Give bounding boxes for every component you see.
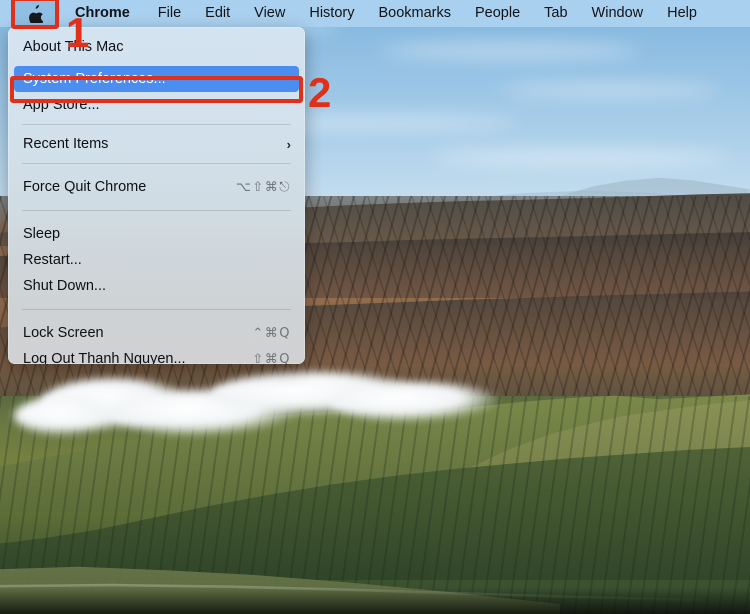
menu-item-shortcut: ⇧⌘Q bbox=[252, 352, 291, 365]
menu-item-label: Lock Screen bbox=[23, 325, 252, 341]
menubar-item-view[interactable]: View bbox=[242, 0, 297, 27]
menu-item-label: System Preferences... bbox=[23, 71, 285, 87]
menu-item-label: Sleep bbox=[23, 226, 291, 242]
annotation-step-2: 2 bbox=[308, 72, 331, 114]
macos-menu-bar: Chrome File Edit View History Bookmarks … bbox=[0, 0, 750, 27]
annotation-step-1: 1 bbox=[66, 12, 89, 54]
menu-item-log-out[interactable]: Log Out Thanh Nguyen... ⇧⌘Q bbox=[8, 346, 305, 364]
menu-separator bbox=[22, 309, 291, 310]
menu-item-label: App Store... bbox=[23, 97, 291, 113]
menubar-item-history[interactable]: History bbox=[297, 0, 366, 27]
menu-item-shut-down[interactable]: Shut Down... bbox=[8, 273, 305, 299]
menu-item-system-preferences[interactable]: System Preferences... bbox=[14, 66, 299, 92]
menu-item-label: Restart... bbox=[23, 252, 291, 268]
cloud-puff bbox=[330, 382, 500, 422]
apple-dropdown-menu: About This Mac System Preferences... App… bbox=[8, 27, 305, 364]
menu-item-lock-screen[interactable]: Lock Screen ⌃⌘Q bbox=[8, 320, 305, 346]
menubar-item-help[interactable]: Help bbox=[655, 0, 709, 27]
menu-item-about-this-mac[interactable]: About This Mac bbox=[8, 34, 305, 60]
cloud-wisp bbox=[500, 84, 720, 96]
apple-logo-icon bbox=[28, 5, 43, 23]
menu-item-shortcut: ⌥⇧⌘⎋ bbox=[236, 180, 291, 195]
menu-item-label: Recent Items bbox=[23, 136, 287, 152]
menu-separator bbox=[22, 124, 291, 125]
menu-separator bbox=[22, 163, 291, 164]
menu-item-recent-items[interactable]: Recent Items › bbox=[8, 131, 305, 157]
cloud-puff bbox=[14, 396, 124, 436]
menu-item-app-store[interactable]: App Store... bbox=[8, 92, 305, 118]
menubar-item-bookmarks[interactable]: Bookmarks bbox=[366, 0, 463, 27]
menubar-item-people[interactable]: People bbox=[463, 0, 532, 27]
menu-item-force-quit-chrome[interactable]: Force Quit Chrome ⌥⇧⌘⎋ bbox=[8, 174, 305, 200]
vignette-bottom bbox=[0, 588, 750, 614]
menu-item-shortcut: ⌃⌘Q bbox=[252, 326, 291, 341]
menubar-item-window[interactable]: Window bbox=[580, 0, 656, 27]
apple-menu-button[interactable] bbox=[13, 0, 57, 27]
menu-item-sleep[interactable]: Sleep bbox=[8, 221, 305, 247]
menu-item-restart[interactable]: Restart... bbox=[8, 247, 305, 273]
menubar-item-tab[interactable]: Tab bbox=[532, 0, 579, 27]
menubar-item-file[interactable]: File bbox=[146, 0, 193, 27]
menu-item-label: Force Quit Chrome bbox=[23, 179, 236, 195]
cloud-wisp bbox=[430, 150, 730, 165]
menu-item-label: Shut Down... bbox=[23, 278, 291, 294]
menu-separator bbox=[22, 210, 291, 211]
menu-item-label: Log Out Thanh Nguyen... bbox=[23, 351, 252, 364]
menu-item-label: About This Mac bbox=[23, 39, 291, 55]
chevron-right-icon: › bbox=[287, 137, 291, 152]
menubar-item-edit[interactable]: Edit bbox=[193, 0, 242, 27]
cloud-wisp bbox=[380, 44, 640, 58]
